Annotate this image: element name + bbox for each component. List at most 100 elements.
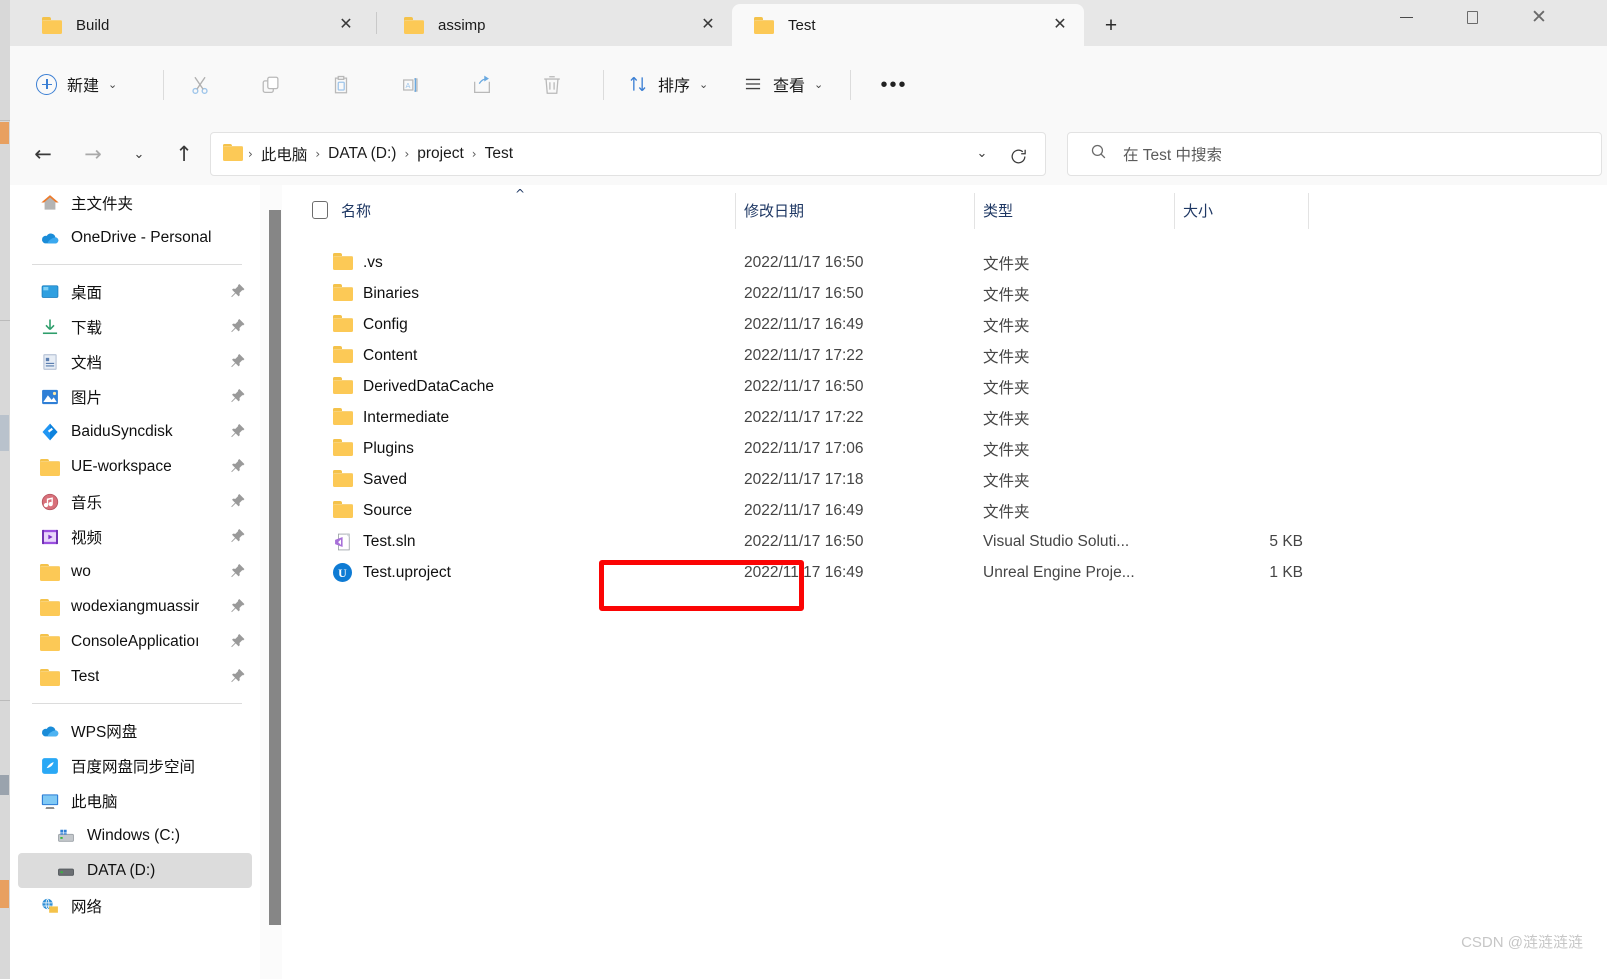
up-button[interactable]: ↑ [165,135,203,173]
sidebar-item-wo[interactable]: wo [18,554,252,589]
tab-test[interactable]: Test ✕ [732,4,1084,46]
column-divider[interactable] [974,193,975,229]
sidebar-item-item-5[interactable]: 文档 [18,344,252,379]
close-icon[interactable]: ✕ [1050,15,1070,35]
recent-locations-button[interactable]: ⌄ [120,135,158,173]
paste-icon[interactable] [321,66,361,104]
close-icon[interactable]: ✕ [698,15,718,35]
sidebar-item-onedrive-personal[interactable]: OneDrive - Personal [18,220,252,255]
table-row[interactable]: Plugins 2022/11/17 17:06 文件夹 [286,433,1607,464]
new-tab-button[interactable]: + [1095,10,1127,40]
pin-icon[interactable] [229,492,246,510]
new-button[interactable]: 新建 ⌄ [26,64,127,104]
sidebar-item-item-10[interactable]: 视频 [18,519,252,554]
home-icon [40,193,60,213]
rename-icon[interactable]: A [391,66,431,104]
table-row[interactable]: .vs 2022/11/17 16:50 文件夹 [286,247,1607,278]
copy-icon[interactable] [251,66,291,104]
cut-icon[interactable] [180,66,220,104]
sidebar-item-label: 主文件夹 [71,195,134,213]
table-row[interactable]: DerivedDataCache 2022/11/17 16:50 文件夹 [286,371,1607,402]
sidebar-item-baidusyncdisk[interactable]: BaiduSyncdisk [18,414,252,449]
column-header-date-modified[interactable]: 修改日期 [744,200,804,221]
file-list-pane[interactable]: 名称 ^ 修改日期 类型 大小 .vs 2022/11/17 16:50 文件夹 Bi… [286,185,1607,979]
sidebar-item-item-0[interactable]: 主文件夹 [18,185,252,220]
forward-button[interactable]: → [74,135,112,173]
music-icon [40,492,60,512]
toolbar-separator [603,70,604,100]
column-header-name[interactable]: 名称 [341,200,371,221]
tab-build[interactable]: Build ✕ [20,4,370,46]
column-header-size[interactable]: 大小 [1183,200,1213,221]
pin-icon[interactable] [229,597,246,615]
minimize-button[interactable] [1381,0,1431,34]
sidebar-item-data-d[interactable]: DATA (D:) [18,853,252,888]
sidebar-item-ue-workspace[interactable]: UE-workspace [18,449,252,484]
pin-icon[interactable] [229,527,246,545]
navigation-pane[interactable]: 主文件夹 OneDrive - Personal 桌面 下载 文档 图片 BaiduSync… [10,185,260,979]
table-row[interactable]: Content 2022/11/17 17:22 文件夹 [286,340,1607,371]
column-divider[interactable] [1308,193,1309,229]
table-row[interactable]: Binaries 2022/11/17 16:50 文件夹 [286,278,1607,309]
sidebar-item-item-4[interactable]: 下载 [18,309,252,344]
file-date-modified: 2022/11/17 16:50 [744,532,864,550]
file-type: 文件夹 [983,317,1030,335]
downloads-icon [40,317,60,337]
sidebar-item-wodexiangmuassir[interactable]: wodexiangmuassir [18,589,252,624]
breadcrumb-item-this-pc[interactable]: 此电脑 [258,141,311,167]
view-button[interactable]: 查看 ⌄ [735,64,831,104]
table-row[interactable]: Test.sln 2022/11/17 16:50 Visual Studio So… [286,526,1607,557]
breadcrumb-item-test[interactable]: Test [482,143,516,165]
breadcrumb-item-project[interactable]: project [414,143,467,165]
table-row[interactable]: Config 2022/11/17 16:49 文件夹 [286,309,1607,340]
sidebar-item-item-21[interactable]: 网络 [18,888,252,923]
sidebar-item-item-6[interactable]: 图片 [18,379,252,414]
table-row[interactable]: Saved 2022/11/17 17:18 文件夹 [286,464,1607,495]
sort-button[interactable]: 排序 ⌄ [620,64,716,104]
sidebar-item-label: WPS网盘 [71,723,138,741]
sidebar-item-label: UE-workspace [71,457,172,475]
sidebar-item-item-17[interactable]: 百度网盘同步空间 [18,748,252,783]
close-window-button[interactable]: ✕ [1514,0,1564,34]
pin-icon[interactable] [229,317,246,335]
refresh-icon[interactable] [1005,143,1031,169]
more-options-button[interactable]: ••• [872,66,916,104]
table-row[interactable]: Intermediate 2022/11/17 17:22 文件夹 [286,402,1607,433]
sidebar-item-item-9[interactable]: 音乐 [18,484,252,519]
column-header-type[interactable]: 类型 [983,200,1013,221]
delete-icon[interactable] [532,66,572,104]
pin-icon[interactable] [229,667,246,685]
search-box[interactable]: 在 Test 中搜索 [1067,132,1602,176]
pin-icon[interactable] [229,387,246,405]
maximize-button[interactable] [1447,0,1497,34]
wps-cloud-icon [40,721,60,741]
chevron-down-icon[interactable]: ⌄ [971,146,993,161]
pin-icon[interactable] [229,632,246,650]
pin-icon[interactable] [229,457,246,475]
column-divider[interactable] [1174,193,1175,229]
sidebar-item-item-18[interactable]: 此电脑 [18,783,252,818]
select-all-checkbox[interactable] [312,201,328,219]
address-bar[interactable]: › 此电脑 › DATA (D:) › project › Test ⌄ [210,132,1046,176]
sidebar-item-item-3[interactable]: 桌面 [18,274,252,309]
pin-icon[interactable] [229,282,246,300]
table-row[interactable]: Source 2022/11/17 16:49 文件夹 [286,495,1607,526]
back-button[interactable]: ← [24,135,62,173]
breadcrumb-item-data-d[interactable]: DATA (D:) [325,143,399,165]
column-divider[interactable] [735,193,736,229]
sidebar-scrollbar[interactable] [260,185,282,979]
sidebar-item-windows-c[interactable]: Windows (C:) [18,818,252,853]
sidebar-scrollbar-thumb[interactable] [269,210,281,925]
close-icon[interactable]: ✕ [336,15,356,35]
tab-assimp[interactable]: assimp ✕ [382,4,732,46]
breadcrumb-separator: › [315,147,321,161]
sort-ascending-icon: ^ [515,187,526,201]
share-icon[interactable] [462,66,502,104]
pin-icon[interactable] [229,422,246,440]
sidebar-item-test[interactable]: Test [18,659,252,694]
sidebar-item-wps[interactable]: WPS网盘 [18,713,252,748]
sidebar-item-consoleapplicatio[interactable]: ConsoleApplicatioı [18,624,252,659]
pin-icon[interactable] [229,562,246,580]
pin-icon[interactable] [229,352,246,370]
table-row[interactable]: U Test.uproject 2022/11/17 16:49 Unreal Eng… [286,557,1607,588]
